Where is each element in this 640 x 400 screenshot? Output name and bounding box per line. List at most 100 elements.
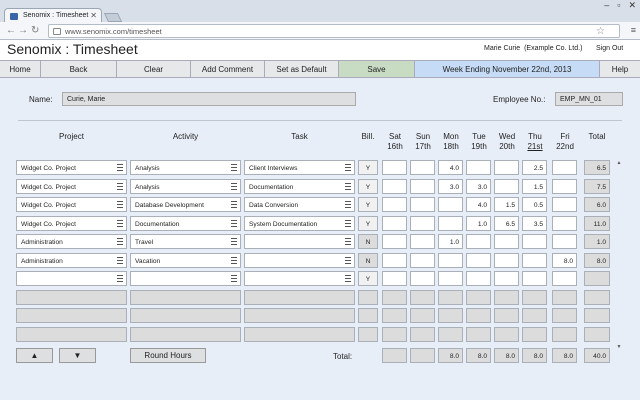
hours-input[interactable] xyxy=(552,215,577,231)
move-up-button[interactable]: ▲ xyxy=(16,348,53,363)
hours-input[interactable] xyxy=(382,252,407,268)
hours-input[interactable] xyxy=(382,215,407,231)
task-select[interactable]: Documentation xyxy=(244,178,355,194)
activity-select[interactable]: Vacation xyxy=(130,252,241,268)
hours-input[interactable] xyxy=(552,308,577,323)
hours-input[interactable] xyxy=(552,289,577,305)
address-bar[interactable]: www.senomix.com/timesheet ☆ xyxy=(48,24,620,38)
task-select[interactable] xyxy=(244,271,355,286)
hours-input[interactable] xyxy=(522,289,547,305)
hours-input[interactable]: 6.5 xyxy=(494,215,519,231)
close-tab-icon[interactable]: ✕ xyxy=(90,11,97,20)
list-icon[interactable] xyxy=(345,182,351,190)
hours-input[interactable] xyxy=(494,271,519,286)
hours-input[interactable] xyxy=(438,308,463,323)
project-select[interactable]: Widget Co. Project xyxy=(16,197,127,212)
list-icon[interactable] xyxy=(231,201,237,208)
list-icon[interactable] xyxy=(117,275,123,282)
hours-input[interactable] xyxy=(552,197,577,212)
hours-input[interactable] xyxy=(410,289,435,305)
project-select[interactable] xyxy=(16,271,127,286)
task-select[interactable]: Client Interviews xyxy=(244,160,355,175)
back-arrow-icon[interactable]: ← xyxy=(6,25,16,36)
list-icon[interactable] xyxy=(231,182,237,190)
list-icon[interactable] xyxy=(231,219,237,227)
hours-input[interactable]: 3.0 xyxy=(438,178,463,194)
hours-input[interactable] xyxy=(466,289,491,305)
hours-input[interactable]: 4.0 xyxy=(438,160,463,175)
hours-input[interactable]: 4.0 xyxy=(466,197,491,212)
hours-input[interactable]: 8.0 xyxy=(552,252,577,268)
hours-input[interactable] xyxy=(466,252,491,268)
list-icon[interactable] xyxy=(345,256,351,264)
hours-input[interactable] xyxy=(494,234,519,249)
hours-input[interactable] xyxy=(410,234,435,249)
hours-input[interactable] xyxy=(466,160,491,175)
task-select[interactable] xyxy=(244,252,355,268)
list-icon[interactable] xyxy=(231,238,237,245)
hours-input[interactable] xyxy=(410,326,435,342)
list-icon[interactable] xyxy=(117,238,123,245)
hours-input[interactable] xyxy=(382,178,407,194)
hours-input[interactable] xyxy=(410,178,435,194)
hours-input[interactable] xyxy=(410,197,435,212)
home-button[interactable]: Home xyxy=(0,61,41,77)
hours-input[interactable] xyxy=(438,197,463,212)
task-select[interactable]: Data Conversion xyxy=(244,197,355,212)
hours-input[interactable] xyxy=(522,326,547,342)
help-button[interactable]: Help xyxy=(600,61,640,77)
activity-select[interactable] xyxy=(130,326,241,342)
set-default-button[interactable]: Set as Default xyxy=(265,61,339,77)
hours-input[interactable] xyxy=(382,326,407,342)
sign-out-link[interactable]: Sign Out xyxy=(596,45,623,52)
billable-toggle[interactable]: Y xyxy=(358,160,378,175)
billable-toggle[interactable]: Y xyxy=(358,178,378,194)
hours-input[interactable] xyxy=(382,197,407,212)
activity-select[interactable] xyxy=(130,289,241,305)
list-icon[interactable] xyxy=(345,201,351,208)
hours-input[interactable]: 0.5 xyxy=(522,197,547,212)
billable-toggle[interactable] xyxy=(358,326,378,342)
hours-input[interactable] xyxy=(552,234,577,249)
activity-select[interactable]: Analysis xyxy=(130,178,241,194)
list-icon[interactable] xyxy=(117,164,123,171)
hours-input[interactable] xyxy=(522,308,547,323)
project-select[interactable]: Administration xyxy=(16,234,127,249)
minimize-icon[interactable]: – xyxy=(604,0,609,11)
hours-input[interactable] xyxy=(494,160,519,175)
hours-input[interactable] xyxy=(552,326,577,342)
hours-input[interactable] xyxy=(382,271,407,286)
hours-input[interactable] xyxy=(552,178,577,194)
task-select[interactable] xyxy=(244,308,355,323)
billable-toggle[interactable] xyxy=(358,308,378,323)
task-select[interactable]: System Documentation xyxy=(244,215,355,231)
hours-input[interactable]: 1.5 xyxy=(522,178,547,194)
scroll-down-icon[interactable]: ▼ xyxy=(616,344,622,350)
hours-input[interactable]: 3.0 xyxy=(466,178,491,194)
hours-input[interactable] xyxy=(410,160,435,175)
list-icon[interactable] xyxy=(345,275,351,282)
hours-input[interactable] xyxy=(466,234,491,249)
hours-input[interactable] xyxy=(494,252,519,268)
employee-no-field[interactable]: EMP_MN_01 xyxy=(555,92,623,106)
billable-toggle[interactable]: Y xyxy=(358,197,378,212)
list-icon[interactable] xyxy=(345,164,351,171)
hours-input[interactable] xyxy=(522,252,547,268)
task-select[interactable] xyxy=(244,234,355,249)
billable-toggle[interactable]: Y xyxy=(358,271,378,286)
save-button[interactable]: Save xyxy=(339,61,415,77)
scroll-up-icon[interactable]: ▲ xyxy=(616,160,622,166)
maximize-icon[interactable]: ▫ xyxy=(617,0,620,11)
billable-toggle[interactable]: N xyxy=(358,234,378,249)
task-select[interactable] xyxy=(244,326,355,342)
list-icon[interactable] xyxy=(231,164,237,171)
reload-icon[interactable]: ↻ xyxy=(31,25,39,36)
hours-input[interactable] xyxy=(522,271,547,286)
back-button[interactable]: Back xyxy=(41,61,117,77)
list-icon[interactable] xyxy=(117,201,123,208)
hours-input[interactable] xyxy=(410,308,435,323)
clear-button[interactable]: Clear xyxy=(117,61,191,77)
close-window-icon[interactable]: ✕ xyxy=(628,0,636,11)
activity-select[interactable] xyxy=(130,308,241,323)
hours-input[interactable]: 1.0 xyxy=(438,234,463,249)
